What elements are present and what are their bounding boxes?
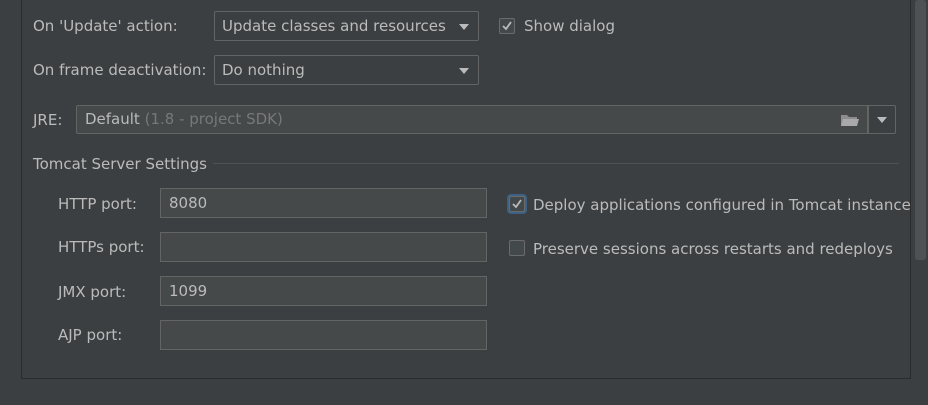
vertical-scrollbar-thumb[interactable] xyxy=(915,0,926,260)
jmx-port-label: JMX port: xyxy=(58,283,127,301)
https-port-input[interactable] xyxy=(161,233,486,261)
http-port-field[interactable] xyxy=(160,188,487,218)
jmx-port-input[interactable] xyxy=(161,277,486,305)
https-port-field[interactable] xyxy=(160,232,487,262)
deploy-apps-label: Deploy applications configured in Tomcat… xyxy=(533,196,911,214)
ajp-port-label: AJP port: xyxy=(58,326,123,344)
chevron-down-icon xyxy=(459,68,469,74)
deploy-apps-checkbox[interactable] xyxy=(509,196,525,212)
jmx-port-field[interactable] xyxy=(160,276,487,306)
http-port-input[interactable] xyxy=(161,189,486,217)
frame-deactivation-selected: Do nothing xyxy=(222,61,305,79)
https-port-label: HTTPs port: xyxy=(58,238,145,256)
chevron-down-icon xyxy=(459,24,469,30)
preserve-sessions-label: Preserve sessions across restarts and re… xyxy=(533,240,893,258)
jre-label: JRE: xyxy=(33,111,63,129)
jre-value-text: Default (1.8 - project SDK) xyxy=(85,109,283,129)
update-action-dropdown[interactable]: Update classes and resources xyxy=(214,11,479,41)
jre-value: Default xyxy=(85,110,140,128)
chevron-down-icon xyxy=(877,117,887,123)
section-divider xyxy=(213,163,899,164)
update-action-selected: Update classes and resources xyxy=(222,17,446,35)
preserve-sessions-checkbox[interactable] xyxy=(509,240,525,256)
jre-hint: (1.8 - project SDK) xyxy=(144,110,283,128)
jre-dropdown-button[interactable] xyxy=(868,105,896,134)
ajp-port-field[interactable] xyxy=(160,320,487,350)
http-port-label: HTTP port: xyxy=(58,195,137,213)
ajp-port-input[interactable] xyxy=(161,321,486,349)
tomcat-section-title: Tomcat Server Settings xyxy=(33,155,207,173)
show-dialog-checkbox[interactable] xyxy=(499,18,515,34)
checkmark-icon xyxy=(502,21,512,31)
update-action-label: On 'Update' action: xyxy=(33,17,178,35)
folder-icon[interactable] xyxy=(840,112,860,128)
frame-deactivation-dropdown[interactable]: Do nothing xyxy=(214,55,479,85)
show-dialog-label: Show dialog xyxy=(524,17,615,35)
jre-field[interactable]: Default (1.8 - project SDK) xyxy=(76,105,868,134)
frame-deactivation-label: On frame deactivation: xyxy=(33,61,207,79)
checkmark-icon xyxy=(512,199,522,209)
